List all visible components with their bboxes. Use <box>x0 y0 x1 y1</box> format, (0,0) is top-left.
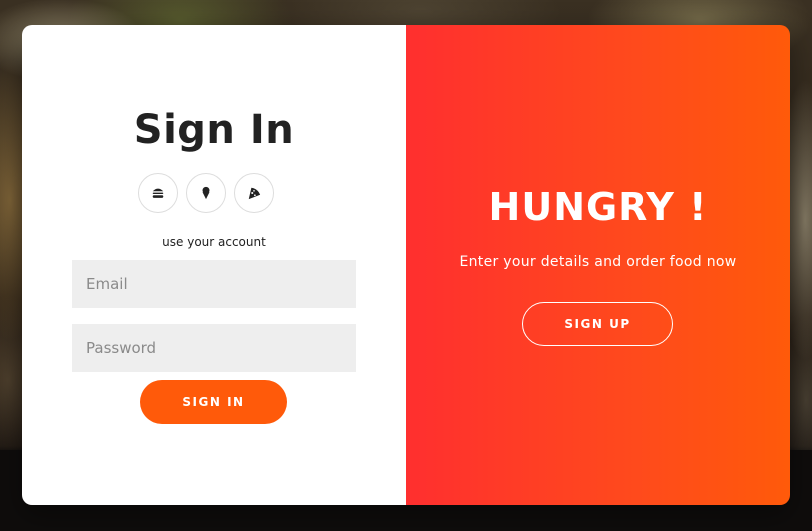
burger-icon <box>152 188 164 198</box>
signup-title: HUNGRY ! <box>488 185 708 229</box>
ice-cream-button[interactable] <box>186 173 226 213</box>
email-input[interactable] <box>72 260 356 308</box>
sign-in-button[interactable]: SIGN IN <box>140 380 287 424</box>
auth-modal: Sign In use your account Email SIGN IN H… <box>22 25 790 505</box>
sign-up-button[interactable]: SIGN UP <box>522 302 673 346</box>
password-input[interactable] <box>72 324 356 372</box>
social-buttons <box>138 173 274 213</box>
ice-cream-icon <box>202 186 210 200</box>
pizza-icon <box>248 187 261 200</box>
signin-title: Sign In <box>133 107 295 153</box>
signin-panel: Sign In use your account Email SIGN IN <box>22 25 406 505</box>
signup-panel: HUNGRY ! Enter your details and order fo… <box>406 25 790 505</box>
signin-hint: use your account <box>162 235 266 249</box>
signup-subtitle: Enter your details and order food now <box>459 254 737 270</box>
pizza-button[interactable] <box>234 173 274 213</box>
burger-button[interactable] <box>138 173 178 213</box>
